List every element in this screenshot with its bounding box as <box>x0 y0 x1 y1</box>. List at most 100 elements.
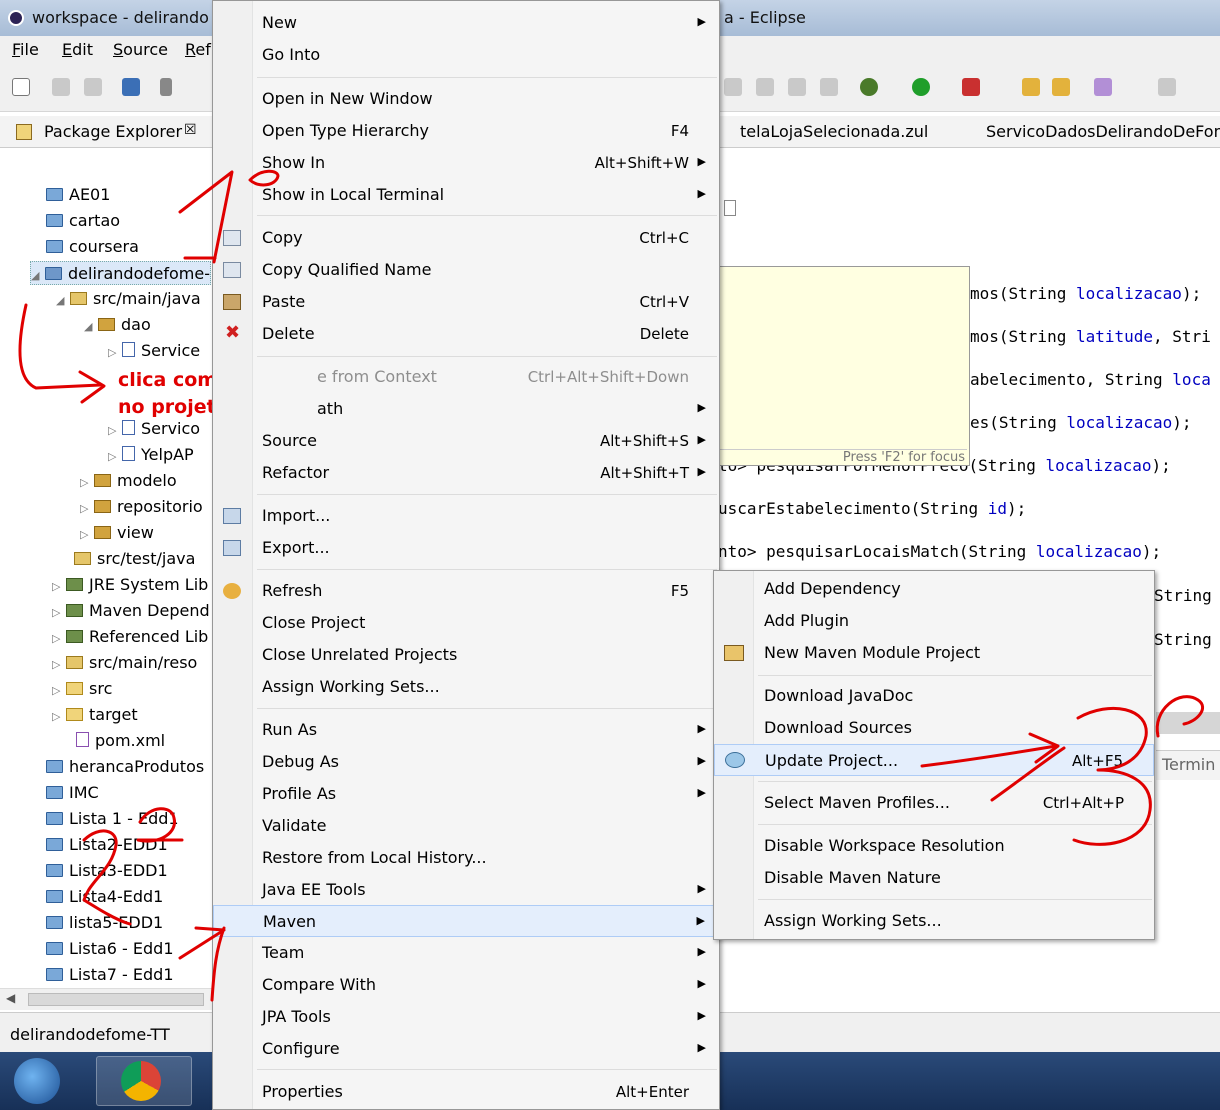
tree-item[interactable]: lista5-EDD1 <box>46 911 163 935</box>
menu-file[interactable]: File <box>12 40 39 59</box>
tree-item[interactable]: ▷ Maven Depend <box>52 599 210 623</box>
collapse-arrow-icon[interactable]: ▷ <box>52 601 66 625</box>
tree-item[interactable]: coursera <box>46 235 139 259</box>
menu-item-show-in[interactable]: Show In Alt+Shift+W ▶ <box>213 147 719 179</box>
tree-item[interactable]: ▷ target <box>52 703 138 727</box>
menu-item-java-ee-tools[interactable]: Java EE Tools ▶ <box>213 874 719 906</box>
collapse-arrow-icon[interactable]: ▷ <box>80 471 94 495</box>
tree-item[interactable]: ▷ repositorio <box>80 495 203 519</box>
menu-item-show-local-terminal[interactable]: Show in Local Terminal ▶ <box>213 179 719 211</box>
tree-item[interactable]: ▷ src <box>52 677 112 701</box>
editor-tab-java[interactable]: ServicoDadosDelirandoDeFom <box>986 122 1220 141</box>
external-tools-icon[interactable] <box>962 78 980 96</box>
tree-item[interactable]: pom.xml <box>76 729 165 753</box>
menu-item-open-type-hierarchy[interactable]: Open Type Hierarchy F4 <box>213 115 719 147</box>
save-icon[interactable] <box>52 78 70 96</box>
terminal-tab[interactable]: Termin <box>1156 750 1220 780</box>
tree-item[interactable]: Lista 1 - Edd1 <box>46 807 179 831</box>
menu-item-delete[interactable]: ✖ Delete Delete <box>213 318 719 350</box>
tree-item[interactable]: IMC <box>46 781 99 805</box>
tree-item[interactable]: src/test/java <box>74 547 195 571</box>
collapse-arrow-icon[interactable]: ▷ <box>80 497 94 521</box>
toolbar-icon-b[interactable] <box>756 78 774 96</box>
menu-item-assign-working-sets[interactable]: Assign Working Sets... <box>213 671 719 703</box>
collapse-arrow-icon[interactable]: ▷ <box>108 341 122 365</box>
start-button-icon[interactable] <box>14 1058 60 1104</box>
menu-item-team[interactable]: Team ▶ <box>213 937 719 969</box>
maven-disable-workspace-resolution[interactable]: Disable Workspace Resolution <box>714 830 1154 862</box>
maven-download-javadoc[interactable]: Download JavaDoc <box>714 680 1154 712</box>
open-task-icon[interactable] <box>1052 78 1070 96</box>
tree-item[interactable]: ▷ JRE System Lib <box>52 573 208 597</box>
maven-select-profiles[interactable]: Select Maven Profiles... Ctrl+Alt+P <box>714 787 1154 819</box>
maven-new-module[interactable]: New Maven Module Project <box>714 637 1154 669</box>
taskbar-browser-button[interactable] <box>96 1056 192 1106</box>
menu-item-remove-from-context[interactable]: e from Context Ctrl+Alt+Shift+Down <box>213 361 719 393</box>
toolbar-icon-d[interactable] <box>820 78 838 96</box>
menu-item-open-new-window[interactable]: Open in New Window <box>213 83 719 115</box>
menu-item-export[interactable]: Export... <box>213 532 719 564</box>
save-all-icon[interactable] <box>84 78 102 96</box>
tree-item[interactable]: herancaProdutos <box>46 755 204 779</box>
maven-add-dependency[interactable]: Add Dependency <box>714 573 1154 605</box>
maven-disable-nature[interactable]: Disable Maven Nature <box>714 862 1154 894</box>
tree-item[interactable]: ▷ src/main/reso <box>52 651 197 675</box>
collapse-arrow-icon[interactable]: ▷ <box>52 627 66 651</box>
menu-item-run-as[interactable]: Run As ▶ <box>213 714 719 746</box>
maven-download-sources[interactable]: Download Sources <box>714 712 1154 744</box>
search-icon[interactable] <box>1094 78 1112 96</box>
menu-item-refactor[interactable]: Refactor Alt+Shift+T ▶ <box>213 457 719 489</box>
maven-update-project[interactable]: Update Project... Alt+F5 <box>714 744 1154 776</box>
collapse-arrow-icon[interactable]: ▷ <box>80 523 94 547</box>
package-explorer-tab[interactable]: Package Explorer ☒ <box>0 116 218 148</box>
menu-item-restore-history[interactable]: Restore from Local History... <box>213 842 719 874</box>
menu-item-build-path[interactable]: ath ▶ <box>213 393 719 425</box>
tree-item[interactable]: Lista3-EDD1 <box>46 859 168 883</box>
menu-item-close-project[interactable]: Close Project <box>213 607 719 639</box>
menu-item-compare-with[interactable]: Compare With ▶ <box>213 969 719 1001</box>
menu-item-new[interactable]: New ▶ <box>213 7 719 39</box>
toolbar-icon-c[interactable] <box>788 78 806 96</box>
menu-item-paste[interactable]: Paste Ctrl+V <box>213 286 719 318</box>
menu-item-profile-as[interactable]: Profile As ▶ <box>213 778 719 810</box>
collapse-arrow-icon[interactable]: ▷ <box>52 653 66 677</box>
tree-item[interactable]: cartao <box>46 209 120 233</box>
run-icon[interactable] <box>912 78 930 96</box>
collapse-arrow-icon[interactable]: ▷ <box>108 419 122 443</box>
scrollbar-thumb[interactable] <box>28 993 204 1006</box>
tree-item[interactable]: ◢ src/main/java <box>56 287 201 311</box>
menu-item-debug-as[interactable]: Debug As ▶ <box>213 746 719 778</box>
toggle-icon[interactable] <box>160 78 172 96</box>
navigate-icon[interactable] <box>1158 78 1176 96</box>
tree-item[interactable]: ▷ Service <box>108 339 200 363</box>
close-icon[interactable]: ☒ <box>184 122 197 138</box>
collapse-arrow-icon[interactable]: ▷ <box>52 679 66 703</box>
new-icon[interactable] <box>12 78 30 96</box>
folding-marker-icon[interactable] <box>724 200 736 216</box>
menu-item-copy[interactable]: Copy Ctrl+C <box>213 222 719 254</box>
menu-edit[interactable]: Edit <box>62 40 93 59</box>
editor-tab-zul[interactable]: telaLojaSelecionada.zul <box>740 122 928 141</box>
menu-item-refresh[interactable]: Refresh F5 <box>213 575 719 607</box>
menu-item-jpa-tools[interactable]: JPA Tools ▶ <box>213 1001 719 1033</box>
tree-item-selected-project[interactable]: ◢ delirandodefome- <box>30 261 211 285</box>
menu-item-source[interactable]: Source Alt+Shift+S ▶ <box>213 425 719 457</box>
menu-item-validate[interactable]: Validate <box>213 810 719 842</box>
expand-arrow-icon[interactable]: ◢ <box>56 289 70 313</box>
collapse-arrow-icon[interactable]: ▷ <box>108 445 122 469</box>
expand-arrow-icon[interactable]: ◢ <box>31 264 45 288</box>
menu-refactor[interactable]: Ref <box>185 40 211 59</box>
tree-item[interactable]: ▷ YelpAP <box>108 443 194 467</box>
open-type-icon[interactable] <box>1022 78 1040 96</box>
menu-item-close-unrelated[interactable]: Close Unrelated Projects <box>213 639 719 671</box>
menu-item-configure[interactable]: Configure ▶ <box>213 1033 719 1065</box>
menu-source[interactable]: Source <box>113 40 168 59</box>
menu-item-maven[interactable]: Maven ▶ <box>213 905 719 937</box>
tree-item[interactable]: ▷ Referenced Lib <box>52 625 208 649</box>
collapse-arrow-icon[interactable]: ▷ <box>52 575 66 599</box>
collapse-arrow-icon[interactable]: ▷ <box>52 705 66 729</box>
tree-item[interactable]: AE01 <box>46 183 110 207</box>
maven-assign-working-sets[interactable]: Assign Working Sets... <box>714 905 1154 937</box>
tree-item[interactable]: ▷ modelo <box>80 469 177 493</box>
maven-add-plugin[interactable]: Add Plugin <box>714 605 1154 637</box>
